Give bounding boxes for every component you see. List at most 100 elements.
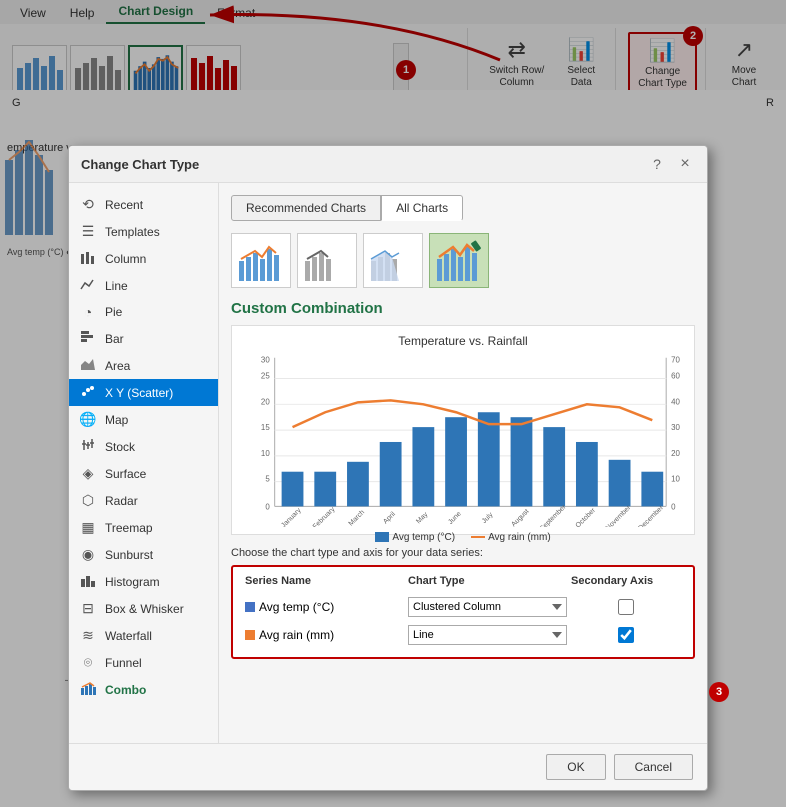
pie-label: Pie — [105, 305, 122, 319]
xy-scatter-label: X Y (Scatter) — [105, 386, 173, 400]
chart-type-xy-scatter[interactable]: X Y (Scatter) — [69, 379, 218, 406]
svg-text:5: 5 — [265, 475, 270, 484]
svg-text:40: 40 — [671, 397, 680, 406]
chart-type-combo[interactable]: Combo — [69, 676, 218, 703]
chart-panel: Recommended Charts All Charts — [219, 183, 707, 743]
series-chart-type-avg-rain[interactable]: Clustered Column Line Bar Area — [408, 625, 567, 645]
funnel-icon: ⌾ — [79, 654, 97, 671]
sunburst-icon: ◉ — [79, 546, 97, 563]
stock-icon — [79, 438, 97, 455]
radar-icon: ⬡ — [79, 492, 97, 509]
svg-text:60: 60 — [671, 372, 680, 381]
svg-text:February: February — [312, 506, 337, 527]
tab-recommended-charts[interactable]: Recommended Charts — [231, 195, 381, 221]
chart-type-map[interactable]: 🌐 Map — [69, 406, 218, 433]
recent-icon: ⟲ — [79, 196, 97, 213]
map-icon: 🌐 — [79, 411, 97, 428]
svg-text:October: October — [575, 507, 598, 527]
chart-type-stock[interactable]: Stock — [69, 433, 218, 460]
dialog-controls: ? × — [647, 154, 695, 174]
series-label-avg-temp: Avg temp (°C) — [259, 600, 334, 614]
chart-type-column[interactable]: Column — [69, 245, 218, 272]
svg-text:May: May — [415, 511, 430, 526]
header-chart-type: Chart Type — [408, 575, 571, 587]
svg-text:20: 20 — [671, 449, 680, 458]
chart-type-treemap[interactable]: ▦ Treemap — [69, 514, 218, 541]
area-label: Area — [105, 359, 130, 373]
chart-type-templates[interactable]: ☰ Templates — [69, 218, 218, 245]
chart-type-recent[interactable]: ⟲ Recent — [69, 191, 218, 218]
map-label: Map — [105, 413, 128, 427]
tab-all-charts[interactable]: All Charts — [381, 195, 463, 221]
chart-subtypes — [231, 233, 695, 288]
preview-chart-svg: 0 5 10 15 20 25 30 0 10 20 30 40 60 — [240, 352, 686, 527]
combo-icon — [79, 681, 97, 698]
chart-type-funnel[interactable]: ⌾ Funnel — [69, 649, 218, 676]
stock-label: Stock — [105, 440, 135, 454]
dialog-help-button[interactable]: ? — [647, 154, 667, 174]
chart-subtype-1[interactable] — [231, 233, 291, 288]
chart-type-line[interactable]: Line — [69, 272, 218, 299]
custom-combo-label: Custom Combination — [231, 300, 695, 317]
line-icon — [79, 277, 97, 294]
chart-type-histogram[interactable]: Histogram — [69, 568, 218, 595]
chart-subtype-3[interactable] — [363, 233, 423, 288]
svg-text:70: 70 — [671, 356, 680, 365]
chart-type-pie[interactable]: ◔ Pie — [69, 299, 218, 325]
treemap-icon: ▦ — [79, 519, 97, 536]
series-row-avg-temp: Avg temp (°C) Clustered Column Line Bar … — [241, 593, 685, 621]
chart-type-bar[interactable]: Bar — [69, 325, 218, 352]
series-section-label: Choose the chart type and axis for your … — [231, 547, 695, 559]
series-chart-type-avg-temp[interactable]: Clustered Column Line Bar Area — [408, 597, 567, 617]
chart-subtype-2[interactable] — [297, 233, 357, 288]
svg-text:December: December — [637, 504, 665, 527]
ok-button[interactable]: OK — [546, 754, 605, 780]
funnel-label: Funnel — [105, 656, 142, 670]
dialog-titlebar: Change Chart Type ? × — [69, 146, 707, 183]
surface-label: Surface — [105, 467, 146, 481]
pie-icon: ◔ — [79, 304, 97, 320]
chart-type-surface[interactable]: ◈ Surface — [69, 460, 218, 487]
svg-text:April: April — [382, 511, 397, 526]
templates-label: Templates — [105, 225, 160, 239]
dialog-overlay: Change Chart Type ? × ⟲ Recent ☰ Templat… — [0, 0, 786, 807]
series-name-avg-temp: Avg temp (°C) — [245, 600, 404, 614]
badge-3: 3 — [709, 682, 729, 702]
chart-type-area[interactable]: Area — [69, 352, 218, 379]
waterfall-label: Waterfall — [105, 629, 152, 643]
chart-type-waterfall[interactable]: ≋ Waterfall — [69, 622, 218, 649]
series-chart-type-avg-rain-container: Clustered Column Line Bar Area — [408, 625, 567, 645]
svg-text:30: 30 — [261, 356, 270, 365]
waterfall-icon: ≋ — [79, 627, 97, 644]
column-label: Column — [105, 252, 146, 266]
secondary-axis-avg-rain-checkbox[interactable] — [618, 627, 634, 643]
box-whisker-icon: ⊟ — [79, 600, 97, 617]
svg-text:0: 0 — [265, 502, 270, 511]
series-row-avg-rain: Avg rain (mm) Clustered Column Line Bar … — [241, 621, 685, 649]
preview-chart-title: Temperature vs. Rainfall — [240, 334, 686, 348]
svg-text:10: 10 — [671, 475, 680, 484]
svg-text:January: January — [280, 507, 303, 527]
chart-type-radar[interactable]: ⬡ Radar — [69, 487, 218, 514]
chart-type-sunburst[interactable]: ◉ Sunburst — [69, 541, 218, 568]
treemap-label: Treemap — [105, 521, 153, 535]
change-chart-type-dialog: Change Chart Type ? × ⟲ Recent ☰ Templat… — [68, 145, 708, 791]
svg-text:0: 0 — [671, 502, 676, 511]
chart-type-box-whisker[interactable]: ⊟ Box & Whisker — [69, 595, 218, 622]
series-label-avg-rain: Avg rain (mm) — [259, 628, 334, 642]
cancel-button[interactable]: Cancel — [614, 754, 693, 780]
svg-text:20: 20 — [261, 397, 270, 406]
secondary-axis-avg-rain-container — [571, 627, 681, 643]
secondary-axis-avg-temp-checkbox[interactable] — [618, 599, 634, 615]
histogram-icon — [79, 573, 97, 590]
svg-text:March: March — [348, 509, 367, 527]
series-color-avg-rain — [245, 630, 255, 640]
series-name-avg-rain: Avg rain (mm) — [245, 628, 404, 642]
combo-label: Combo — [105, 683, 146, 697]
chart-type-list: ⟲ Recent ☰ Templates Column — [69, 183, 219, 743]
column-icon — [79, 250, 97, 267]
chart-subtype-4[interactable] — [429, 233, 489, 288]
series-table: Series Name Chart Type Secondary Axis Av… — [231, 565, 695, 659]
chart-tabs-bar: Recommended Charts All Charts — [231, 195, 695, 221]
dialog-close-button[interactable]: × — [675, 154, 695, 174]
